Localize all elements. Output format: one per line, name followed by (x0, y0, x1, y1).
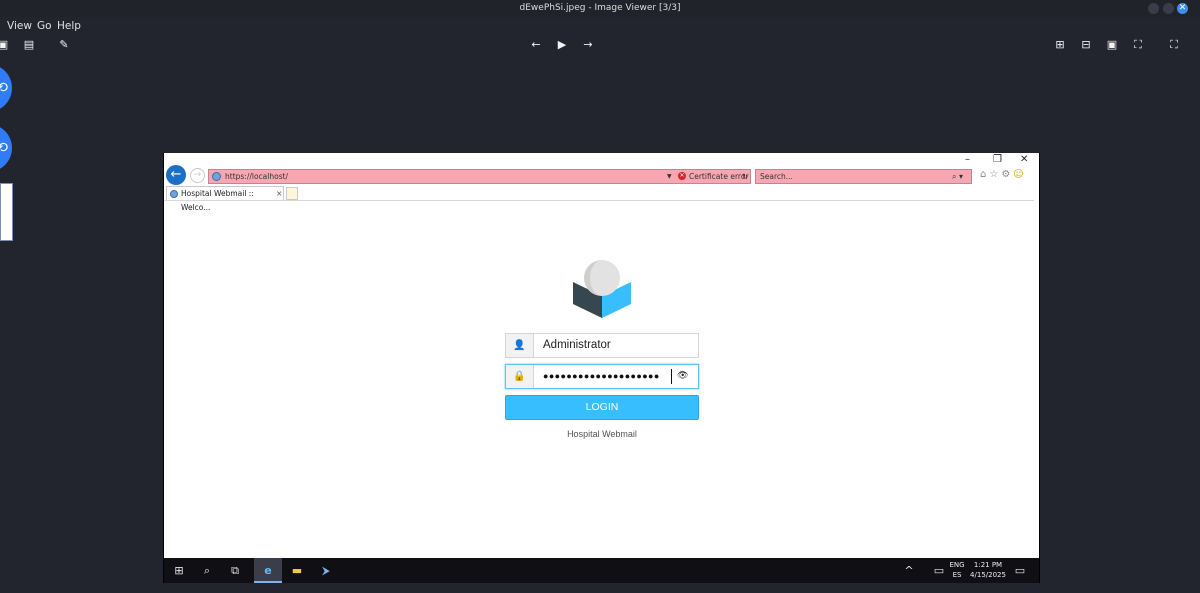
keyboard-layout: ES (952, 571, 962, 579)
address-url[interactable]: https://localhost/ (225, 170, 288, 183)
address-bar[interactable]: https://localhost/ ▼ ✕ Certificate error… (208, 169, 751, 184)
browser-minimize-button[interactable]: – (965, 153, 970, 167)
user-icon: 👤 (506, 334, 534, 357)
thumbnail-2[interactable]: ⟲ (0, 124, 12, 172)
network-icon[interactable]: ▭ (931, 558, 947, 583)
home-icon[interactable]: ⌂ (980, 169, 989, 180)
language-indicator[interactable]: ENG ES (949, 560, 965, 580)
windows-taskbar: ⊞ ⌕ ⧉ e ▬ ⮞ ^ ▭ ENG ES 1:21 PM 4/15/2025… (164, 558, 1039, 583)
product-caption: Hospital Webmail (567, 429, 637, 439)
password-field[interactable]: 🔒 ●●●●●●●●●●●●●●●●●●●● 👁 (505, 364, 699, 389)
fullscreen-icon[interactable]: ⛶ (1167, 38, 1181, 52)
trash-icon[interactable]: ▤ (22, 38, 36, 52)
arrow-right-icon[interactable]: → (581, 38, 595, 52)
displayed-image: – ❐ ✕ ← → https://localhost/ ▼ ✕ Certifi… (163, 153, 1040, 583)
browser-restore-button[interactable]: ❐ (993, 153, 1002, 167)
lock-icon: 🔒 (506, 365, 534, 388)
clock-time: 1:21 PM (973, 561, 1003, 569)
close-window-button[interactable]: ✕ (1177, 3, 1188, 14)
language-code: ENG (949, 561, 965, 569)
new-tab-button[interactable] (286, 187, 298, 200)
page-globe-icon (212, 172, 221, 181)
search-box[interactable]: Search... ⌕ ▾ (755, 169, 972, 184)
window-title: dEwePhSi.jpeg - Image Viewer [3/3] (519, 3, 681, 13)
username-value[interactable]: Administrator (543, 334, 611, 357)
play-icon[interactable]: ▶ (555, 38, 569, 52)
certificate-error-label[interactable]: Certificate error (689, 170, 749, 183)
refresh-icon[interactable]: ↻ (742, 170, 748, 183)
browser-tab[interactable]: Hospital Webmail :: Welco... × (166, 186, 284, 212)
tab-close-icon[interactable]: × (276, 187, 282, 201)
minimize-window-button[interactable] (1148, 3, 1159, 14)
viewer-menu-bar: View Go Help (0, 17, 300, 35)
notifications-icon[interactable]: ▭ (1012, 558, 1028, 583)
search-icon[interactable]: ⌕ (198, 558, 216, 583)
browser-close-button[interactable]: ✕ (1020, 153, 1028, 167)
menu-view[interactable]: View (7, 17, 32, 35)
zoom-in-icon[interactable]: ⊞ (1053, 38, 1067, 52)
fit-icon[interactable]: ⛶ (1131, 38, 1145, 52)
password-value[interactable]: ●●●●●●●●●●●●●●●●●●●● (543, 365, 660, 388)
chevron-up-icon[interactable]: ^ (902, 558, 916, 583)
internet-explorer-icon[interactable]: e (254, 558, 282, 583)
text-cursor (671, 369, 672, 384)
back-button[interactable]: ← (166, 165, 186, 185)
forward-button[interactable]: → (190, 168, 205, 183)
browser-toolbar-icons: ⌂☆⚙☺ (980, 169, 1027, 180)
zoom-out-icon[interactable]: ⊟ (1079, 38, 1093, 52)
search-icon[interactable]: ⌕ ▾ (952, 170, 963, 183)
save-icon[interactable]: ▣ (0, 38, 10, 52)
clock-date: 4/15/2025 (970, 571, 1006, 579)
viewer-title-bar: dEwePhSi.jpeg - Image Viewer [3/3] ✕ (0, 0, 1200, 17)
show-password-eye-icon[interactable]: 👁 (677, 365, 688, 388)
tab-divider (164, 200, 1034, 201)
windows-start-icon[interactable]: ⊞ (170, 558, 188, 583)
login-button[interactable]: LOGIN (505, 395, 699, 420)
search-placeholder: Search... (760, 172, 793, 181)
maximize-window-button[interactable] (1163, 3, 1174, 14)
chevron-down-icon[interactable]: ▼ (667, 170, 672, 183)
clock[interactable]: 1:21 PM 4/15/2025 (967, 560, 1009, 580)
arrow-left-icon[interactable]: ← (529, 38, 543, 52)
tab-globe-icon (170, 190, 178, 198)
tab-title: Hospital Webmail :: Welco... (181, 189, 254, 212)
favorites-star-icon[interactable]: ☆ (989, 169, 1001, 180)
menu-help[interactable]: Help (57, 17, 81, 35)
webmail-logo (573, 260, 631, 318)
pencil-icon[interactable]: ✎ (57, 38, 71, 52)
smiley-feedback-icon[interactable]: ☺ (1013, 169, 1026, 180)
powershell-icon[interactable]: ⮞ (316, 558, 336, 583)
thumbnail-1[interactable]: ⟲ (0, 64, 12, 112)
menu-go[interactable]: Go (37, 17, 52, 35)
certificate-error-icon[interactable]: ✕ (678, 172, 686, 180)
settings-gear-icon[interactable]: ⚙ (1001, 169, 1013, 180)
task-view-icon[interactable]: ⧉ (226, 558, 244, 583)
original-size-icon[interactable]: ▣ (1105, 38, 1119, 52)
thumbnail-3[interactable] (0, 183, 13, 241)
username-field[interactable]: 👤 Administrator (505, 333, 699, 358)
file-explorer-icon[interactable]: ▬ (288, 558, 306, 583)
